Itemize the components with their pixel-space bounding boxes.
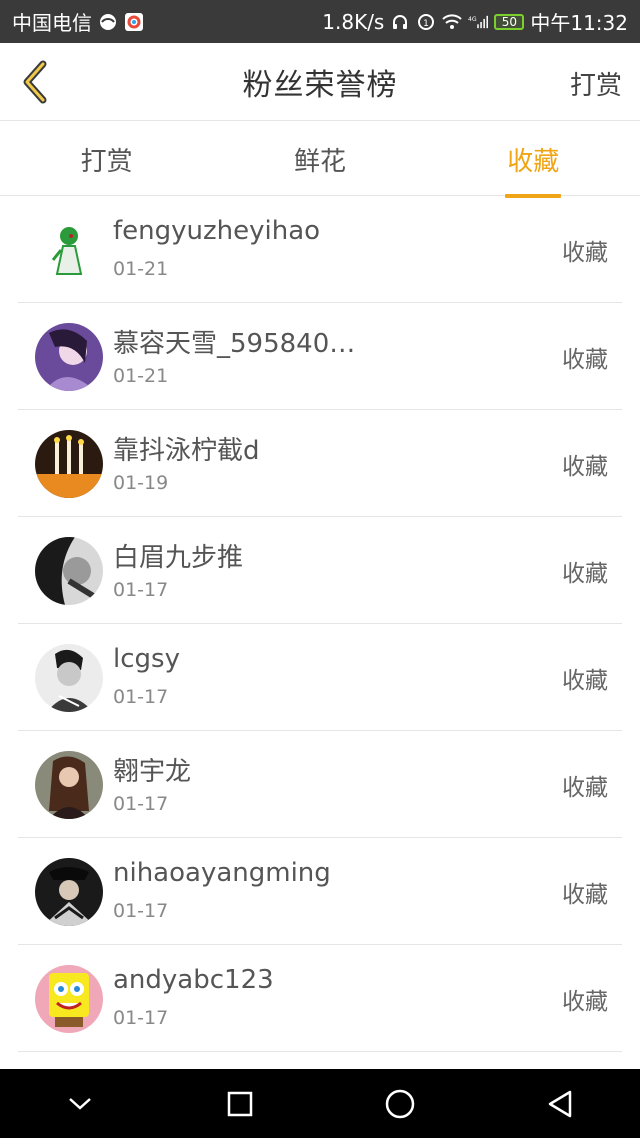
action-label: 收藏 [562, 668, 608, 694]
date: 01-17 [113, 1007, 169, 1029]
date: 01-17 [113, 793, 169, 815]
user-name: 白眉九步推 [113, 543, 244, 573]
back-nav-button[interactable] [535, 1079, 585, 1129]
network-speed: 1.8K/s [322, 9, 385, 34]
tab-flowers[interactable]: 鲜花 [260, 139, 380, 178]
date: 01-17 [113, 686, 169, 708]
circle-icon [385, 1089, 415, 1118]
tab-reward[interactable]: 打赏 [47, 139, 167, 178]
avatar [35, 323, 103, 391]
list-item[interactable]: lcgsy 01-17 收藏 [18, 624, 622, 731]
action-label: 收藏 [562, 454, 608, 480]
clock: 中午11:32 [530, 11, 628, 35]
list-item[interactable]: 靠抖泳柠截d 01-19 收藏 [18, 410, 622, 517]
avatar [35, 216, 103, 284]
tab-bar: 打赏 鲜花 收藏 [0, 121, 640, 198]
svg-text:4G: 4G [468, 16, 477, 23]
fan-list: fengyuzheyihao 01-21 收藏 慕容天雪_595840… 01-… [0, 196, 640, 1052]
avatar [35, 644, 103, 712]
avatar [35, 751, 103, 819]
app-header: 粉丝荣誉榜 打赏 [0, 43, 640, 121]
tab-label: 打赏 [80, 146, 133, 177]
triangle-back-icon [548, 1090, 572, 1117]
wifi-icon [442, 12, 463, 32]
action-label: 收藏 [562, 882, 608, 908]
list-item[interactable]: fengyuzheyihao 01-21 收藏 [18, 196, 622, 303]
date: 01-21 [113, 258, 169, 280]
avatar [35, 537, 103, 605]
avatar [35, 858, 103, 926]
user-name: nihaoayangming [113, 858, 331, 888]
headset-icon [390, 12, 410, 32]
list-item[interactable]: andyabc123 01-17 收藏 [18, 945, 622, 1052]
battery-icon: 50 [494, 13, 525, 30]
user-name: andyabc123 [113, 965, 274, 995]
home-button[interactable] [375, 1079, 425, 1129]
status-bar: 中国电信 1.8K/s 1 4G 50 中午11:32 [0, 0, 640, 43]
list-item[interactable]: 慕容天雪_595840… 01-21 收藏 [18, 303, 622, 410]
action-label: 收藏 [562, 347, 608, 373]
page-title: 粉丝荣誉榜 [242, 67, 398, 103]
square-icon [227, 1091, 253, 1116]
action-label: 收藏 [562, 775, 608, 801]
data-saver-icon: 1 [416, 12, 436, 32]
tab-favorites[interactable]: 收藏 [473, 139, 593, 198]
action-label: 收藏 [562, 561, 608, 587]
avatar [35, 965, 103, 1033]
avatar [35, 430, 103, 498]
user-name: 翱宇龙 [113, 757, 192, 787]
user-name: fengyuzheyihao [113, 216, 321, 246]
user-name: 靠抖泳柠截d [113, 436, 260, 466]
list-item[interactable]: 白眉九步推 01-17 收藏 [18, 517, 622, 624]
app-notification-icon [124, 12, 144, 32]
date: 01-17 [113, 900, 169, 922]
tab-label: 鲜花 [293, 146, 346, 177]
system-nav-bar [0, 1069, 640, 1138]
date: 01-21 [113, 365, 169, 387]
action-label: 收藏 [562, 989, 608, 1015]
carrier-label: 中国电信 [12, 11, 92, 35]
svg-text:1: 1 [423, 19, 429, 29]
chevron-left-icon [23, 60, 47, 104]
chevron-down-icon [69, 1097, 91, 1110]
hide-nav-button[interactable] [55, 1079, 105, 1129]
back-button[interactable] [14, 59, 54, 105]
date: 01-19 [113, 472, 169, 494]
list-item[interactable]: 翱宇龙 01-17 收藏 [18, 731, 622, 838]
date: 01-17 [113, 579, 169, 601]
reward-button[interactable]: 打赏 [570, 65, 622, 102]
list-item[interactable]: nihaoayangming 01-17 收藏 [18, 838, 622, 945]
action-label: 收藏 [562, 240, 608, 266]
user-name: lcgsy [113, 644, 180, 674]
signal-icon: 4G [468, 12, 489, 32]
tab-label: 收藏 [507, 146, 560, 177]
user-name: 慕容天雪_595840… [113, 329, 356, 359]
globe-icon [98, 12, 118, 32]
recents-button[interactable] [215, 1079, 265, 1129]
